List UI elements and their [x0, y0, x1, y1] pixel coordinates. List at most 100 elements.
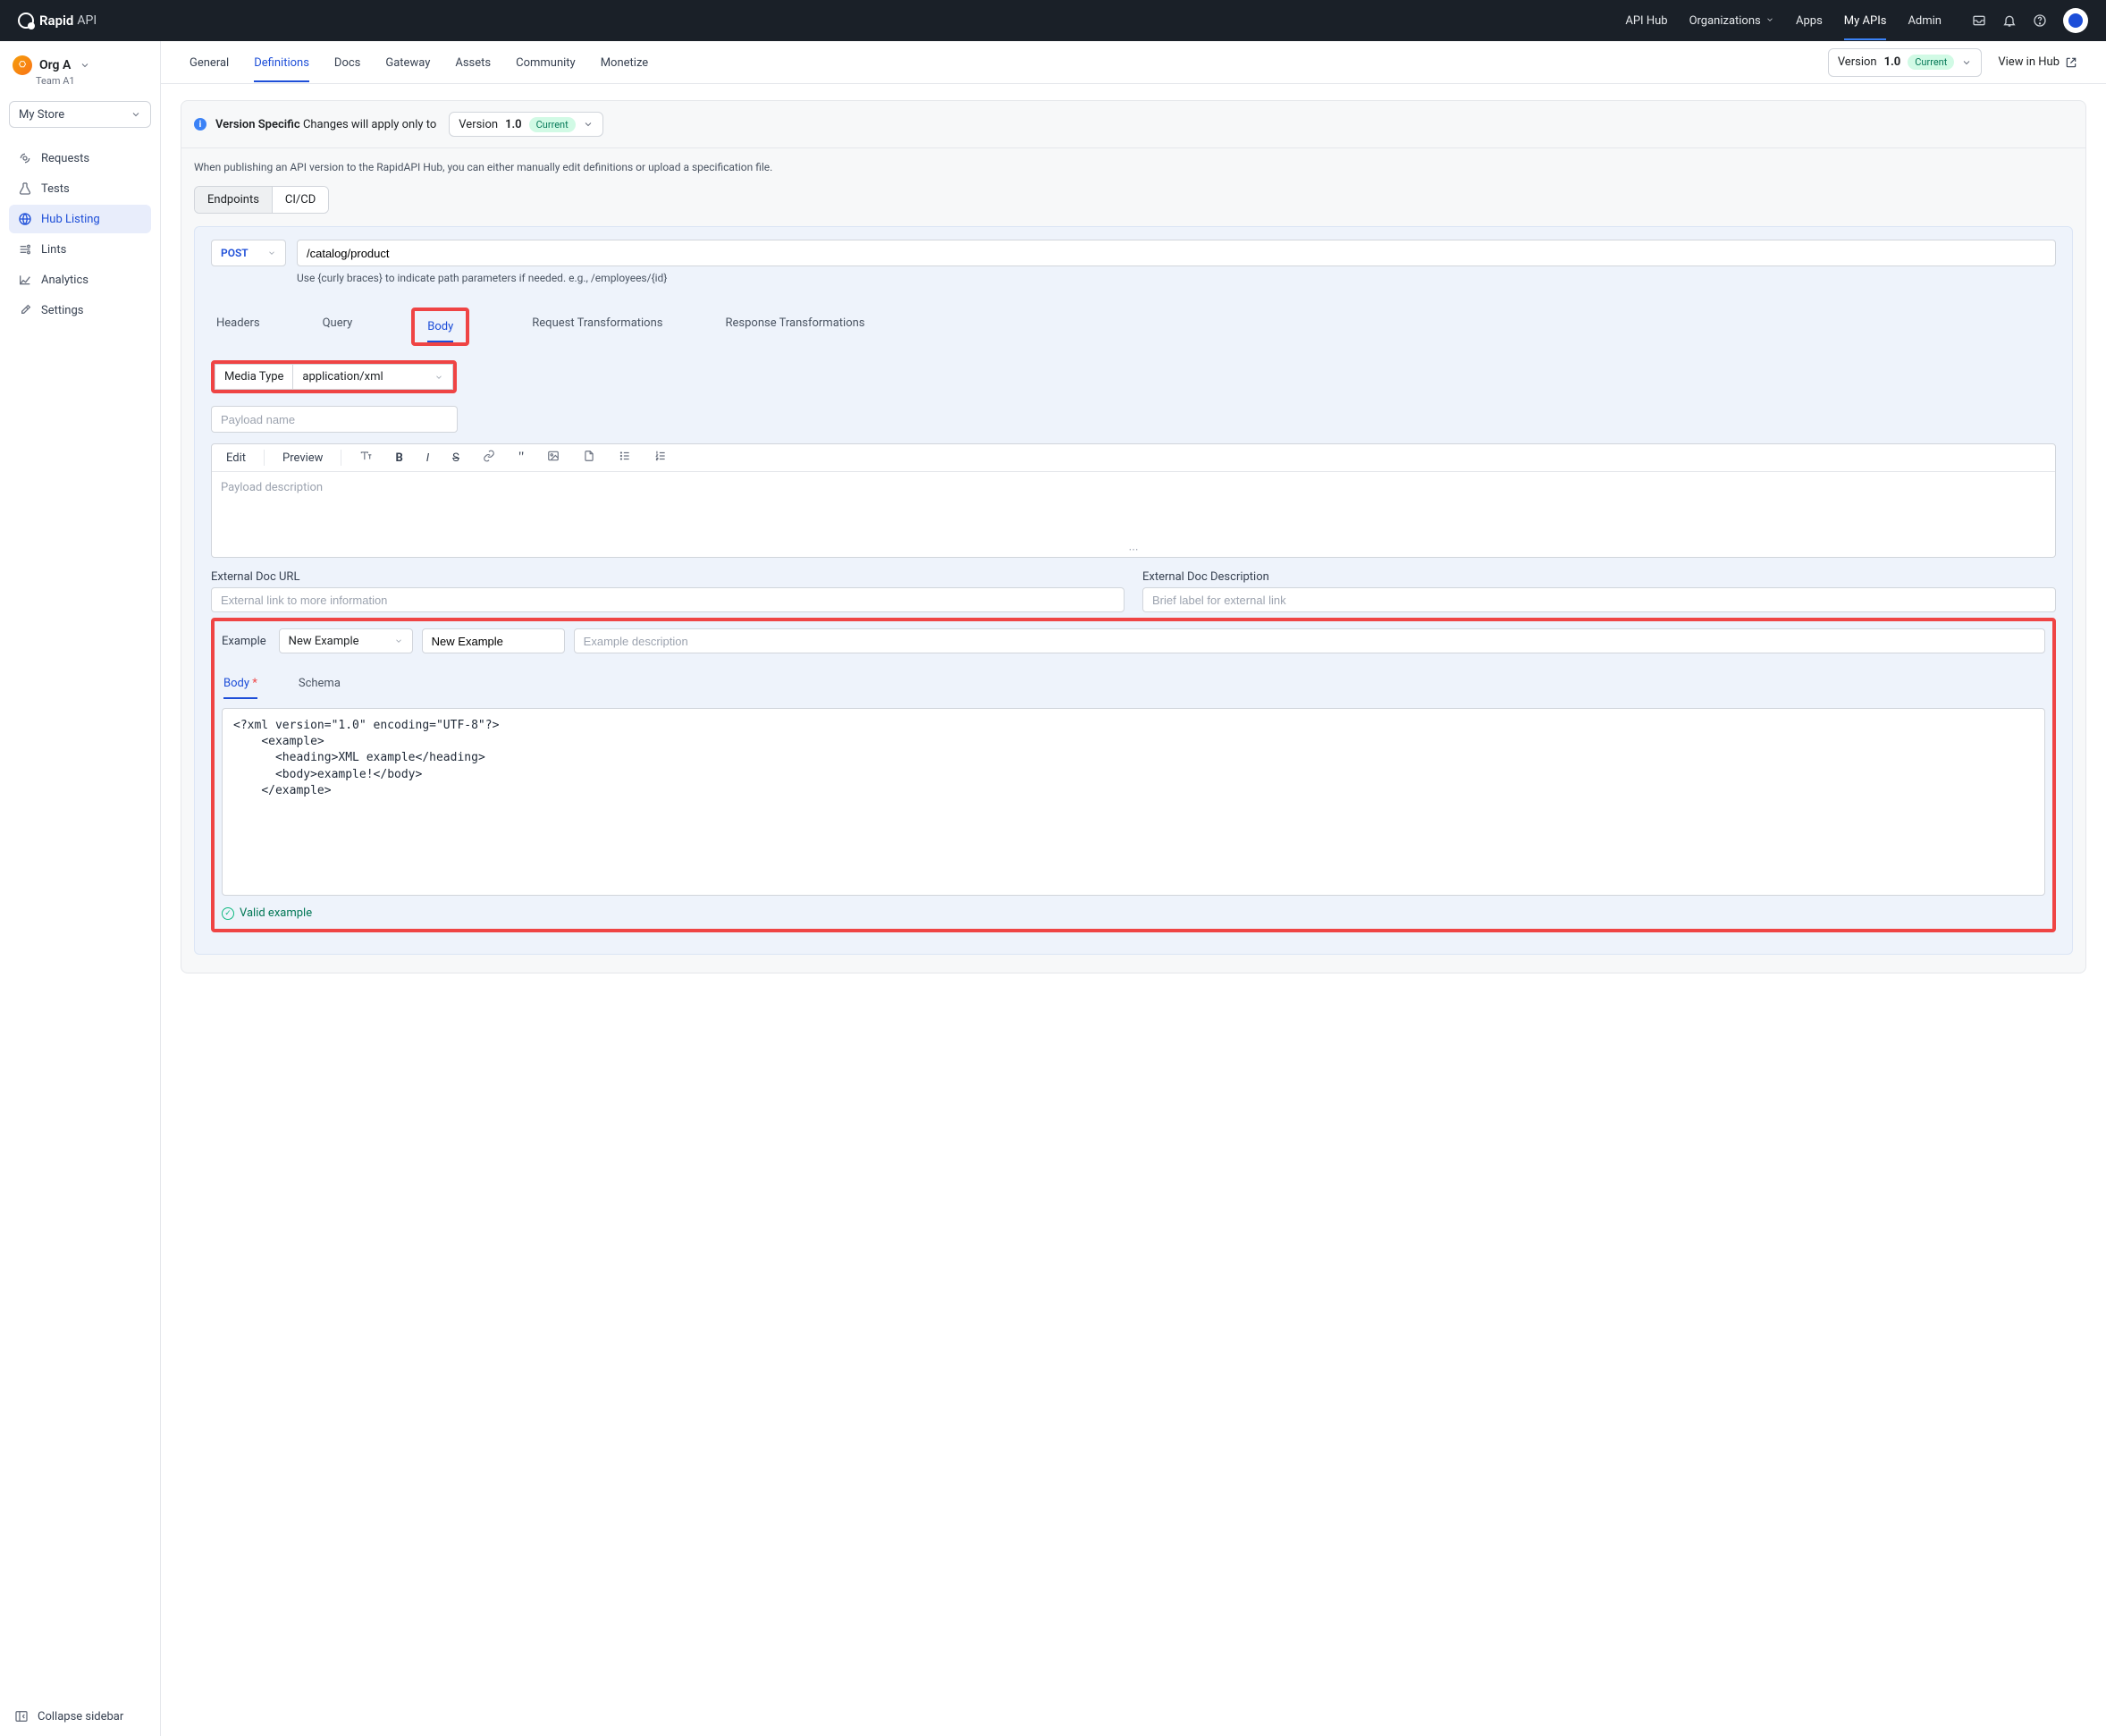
bullet-list-icon[interactable] — [613, 448, 636, 468]
ext-url-label: External Doc URL — [211, 570, 1125, 584]
sidebar-item-label: Lints — [41, 243, 66, 257]
bell-icon[interactable] — [2002, 13, 2017, 28]
analytics-icon — [18, 273, 32, 287]
nav-organizations-label: Organizations — [1689, 14, 1761, 28]
method-select[interactable]: POST — [211, 240, 286, 266]
chevron-down-icon — [267, 249, 276, 257]
body-tab-highlight: Body — [411, 308, 469, 346]
example-tabs: Body * Schema — [222, 670, 2045, 699]
link-icon[interactable] — [477, 448, 501, 468]
brand-mark-icon — [18, 13, 34, 29]
inbox-icon[interactable] — [1972, 13, 1986, 28]
notice-rest: Changes will apply only to — [303, 118, 436, 131]
ext-desc-input[interactable] — [1142, 587, 2056, 612]
strike-icon[interactable]: S — [447, 450, 465, 467]
reqtab-body[interactable]: Body — [427, 311, 453, 342]
globe-icon — [18, 212, 32, 226]
sidebar-item-tests[interactable]: Tests — [9, 174, 151, 203]
example-name-input[interactable] — [422, 628, 565, 653]
sidebar-item-label: Analytics — [41, 274, 88, 287]
example-label: Example — [222, 635, 266, 648]
example-body-textarea[interactable]: <?xml version="1.0" encoding="UTF-8"?> <… — [222, 708, 2045, 896]
sidebar: ⎔ Org A Team A1 My Store Requests Tests … — [0, 41, 161, 1736]
version-selector[interactable]: Version 1.0 Current — [1828, 48, 1983, 77]
sidebar-item-requests[interactable]: Requests — [9, 144, 151, 173]
quote-icon[interactable]: " — [513, 448, 530, 468]
media-type-highlight: Media Type application/xml — [211, 360, 457, 393]
tab-general[interactable]: General — [190, 43, 229, 82]
subtab-cicd[interactable]: CI/CD — [272, 187, 328, 213]
tab-community[interactable]: Community — [516, 43, 576, 82]
sidebar-item-lints[interactable]: Lints — [9, 235, 151, 264]
numbered-list-icon[interactable] — [649, 448, 672, 468]
sidebar-item-label: Hub Listing — [41, 213, 100, 226]
help-icon[interactable] — [2033, 13, 2047, 28]
image-icon[interactable] — [542, 448, 565, 468]
reqtab-query[interactable]: Query — [323, 308, 353, 346]
path-hint: Use {curly braces} to indicate path para… — [297, 272, 2056, 284]
main: General Definitions Docs Gateway Assets … — [161, 41, 2106, 1736]
ext-url-input[interactable] — [211, 587, 1125, 612]
endpoint-editor: POST Use {curly braces} to indicate path… — [194, 226, 2073, 955]
separator — [264, 450, 265, 466]
payload-name-input[interactable] — [211, 406, 458, 433]
file-icon[interactable] — [577, 448, 601, 468]
nav-my-apis[interactable]: My APIs — [1844, 2, 1887, 40]
definition-subtabs: Endpoints CI/CD — [194, 186, 329, 214]
check-circle-icon: ✓ — [222, 907, 234, 920]
text-size-icon[interactable] — [354, 448, 377, 468]
topnav: API Hub Organizations Apps My APIs Admin — [1625, 2, 2088, 40]
notice-version-value: 1.0 — [505, 118, 522, 131]
example-select[interactable]: New Example — [279, 628, 413, 653]
sidebar-item-hub-listing[interactable]: Hub Listing — [9, 205, 151, 233]
version-badge: Current — [1908, 55, 1954, 70]
chevron-down-icon — [583, 119, 594, 130]
org-name: Org A — [39, 58, 71, 72]
media-type-select[interactable]: application/xml — [292, 364, 453, 390]
reqtab-request-transformations[interactable]: Request Transformations — [532, 308, 662, 346]
nav-api-hub[interactable]: API Hub — [1625, 2, 1667, 40]
subtab-endpoints[interactable]: Endpoints — [195, 187, 272, 213]
sidebar-item-label: Requests — [41, 152, 89, 165]
nav-apps[interactable]: Apps — [1796, 2, 1823, 40]
nav-admin[interactable]: Admin — [1908, 2, 1942, 40]
example-highlight: Example New Example Body — [211, 618, 2056, 932]
example-tab-body[interactable]: Body * — [223, 670, 257, 699]
store-selector[interactable]: My Store — [9, 101, 151, 128]
notice-version-selector[interactable]: Version 1.0 Current — [449, 112, 602, 137]
reqtab-headers[interactable]: Headers — [216, 308, 260, 346]
resize-grip-icon[interactable]: ⋯ — [212, 544, 2055, 557]
tests-icon — [18, 181, 32, 196]
tab-gateway[interactable]: Gateway — [385, 43, 430, 82]
example-desc-input[interactable] — [574, 628, 2045, 653]
nav-organizations[interactable]: Organizations — [1689, 2, 1774, 40]
sidebar-item-settings[interactable]: Settings — [9, 296, 151, 324]
chevron-down-icon — [131, 109, 141, 120]
editor-preview-button[interactable]: Preview — [277, 450, 328, 467]
sidebar-item-analytics[interactable]: Analytics — [9, 265, 151, 294]
tab-definitions[interactable]: Definitions — [254, 43, 309, 82]
collapse-sidebar[interactable]: Collapse sidebar — [9, 1697, 151, 1736]
payload-description-textarea[interactable]: Payload description — [212, 472, 2055, 544]
example-tab-schema[interactable]: Schema — [299, 670, 341, 699]
reqtab-response-transformations[interactable]: Response Transformations — [726, 308, 865, 346]
editor-edit-button[interactable]: Edit — [221, 450, 251, 467]
example-tab-body-label: Body — [223, 677, 249, 690]
avatar[interactable] — [2063, 8, 2088, 33]
tab-docs[interactable]: Docs — [334, 43, 360, 82]
media-type-value: application/xml — [302, 370, 383, 383]
view-in-hub-link[interactable]: View in Hub — [1998, 55, 2077, 69]
path-input[interactable] — [297, 240, 2056, 266]
valid-example-label: Valid example — [240, 906, 312, 920]
main-tabs: General Definitions Docs Gateway Assets … — [190, 43, 648, 82]
italic-icon[interactable]: I — [421, 450, 434, 467]
org-switcher[interactable]: ⎔ Org A — [9, 52, 151, 77]
info-icon: i — [194, 118, 206, 131]
topbar: RapidAPI API Hub Organizations Apps My A… — [0, 0, 2106, 41]
version-prefix: Version — [1838, 55, 1877, 69]
tab-assets[interactable]: Assets — [455, 43, 491, 82]
chevron-down-icon — [80, 57, 90, 74]
content: i Version Specific Changes will apply on… — [161, 84, 2106, 1009]
bold-icon[interactable]: B — [390, 450, 408, 467]
tab-monetize[interactable]: Monetize — [601, 43, 649, 82]
